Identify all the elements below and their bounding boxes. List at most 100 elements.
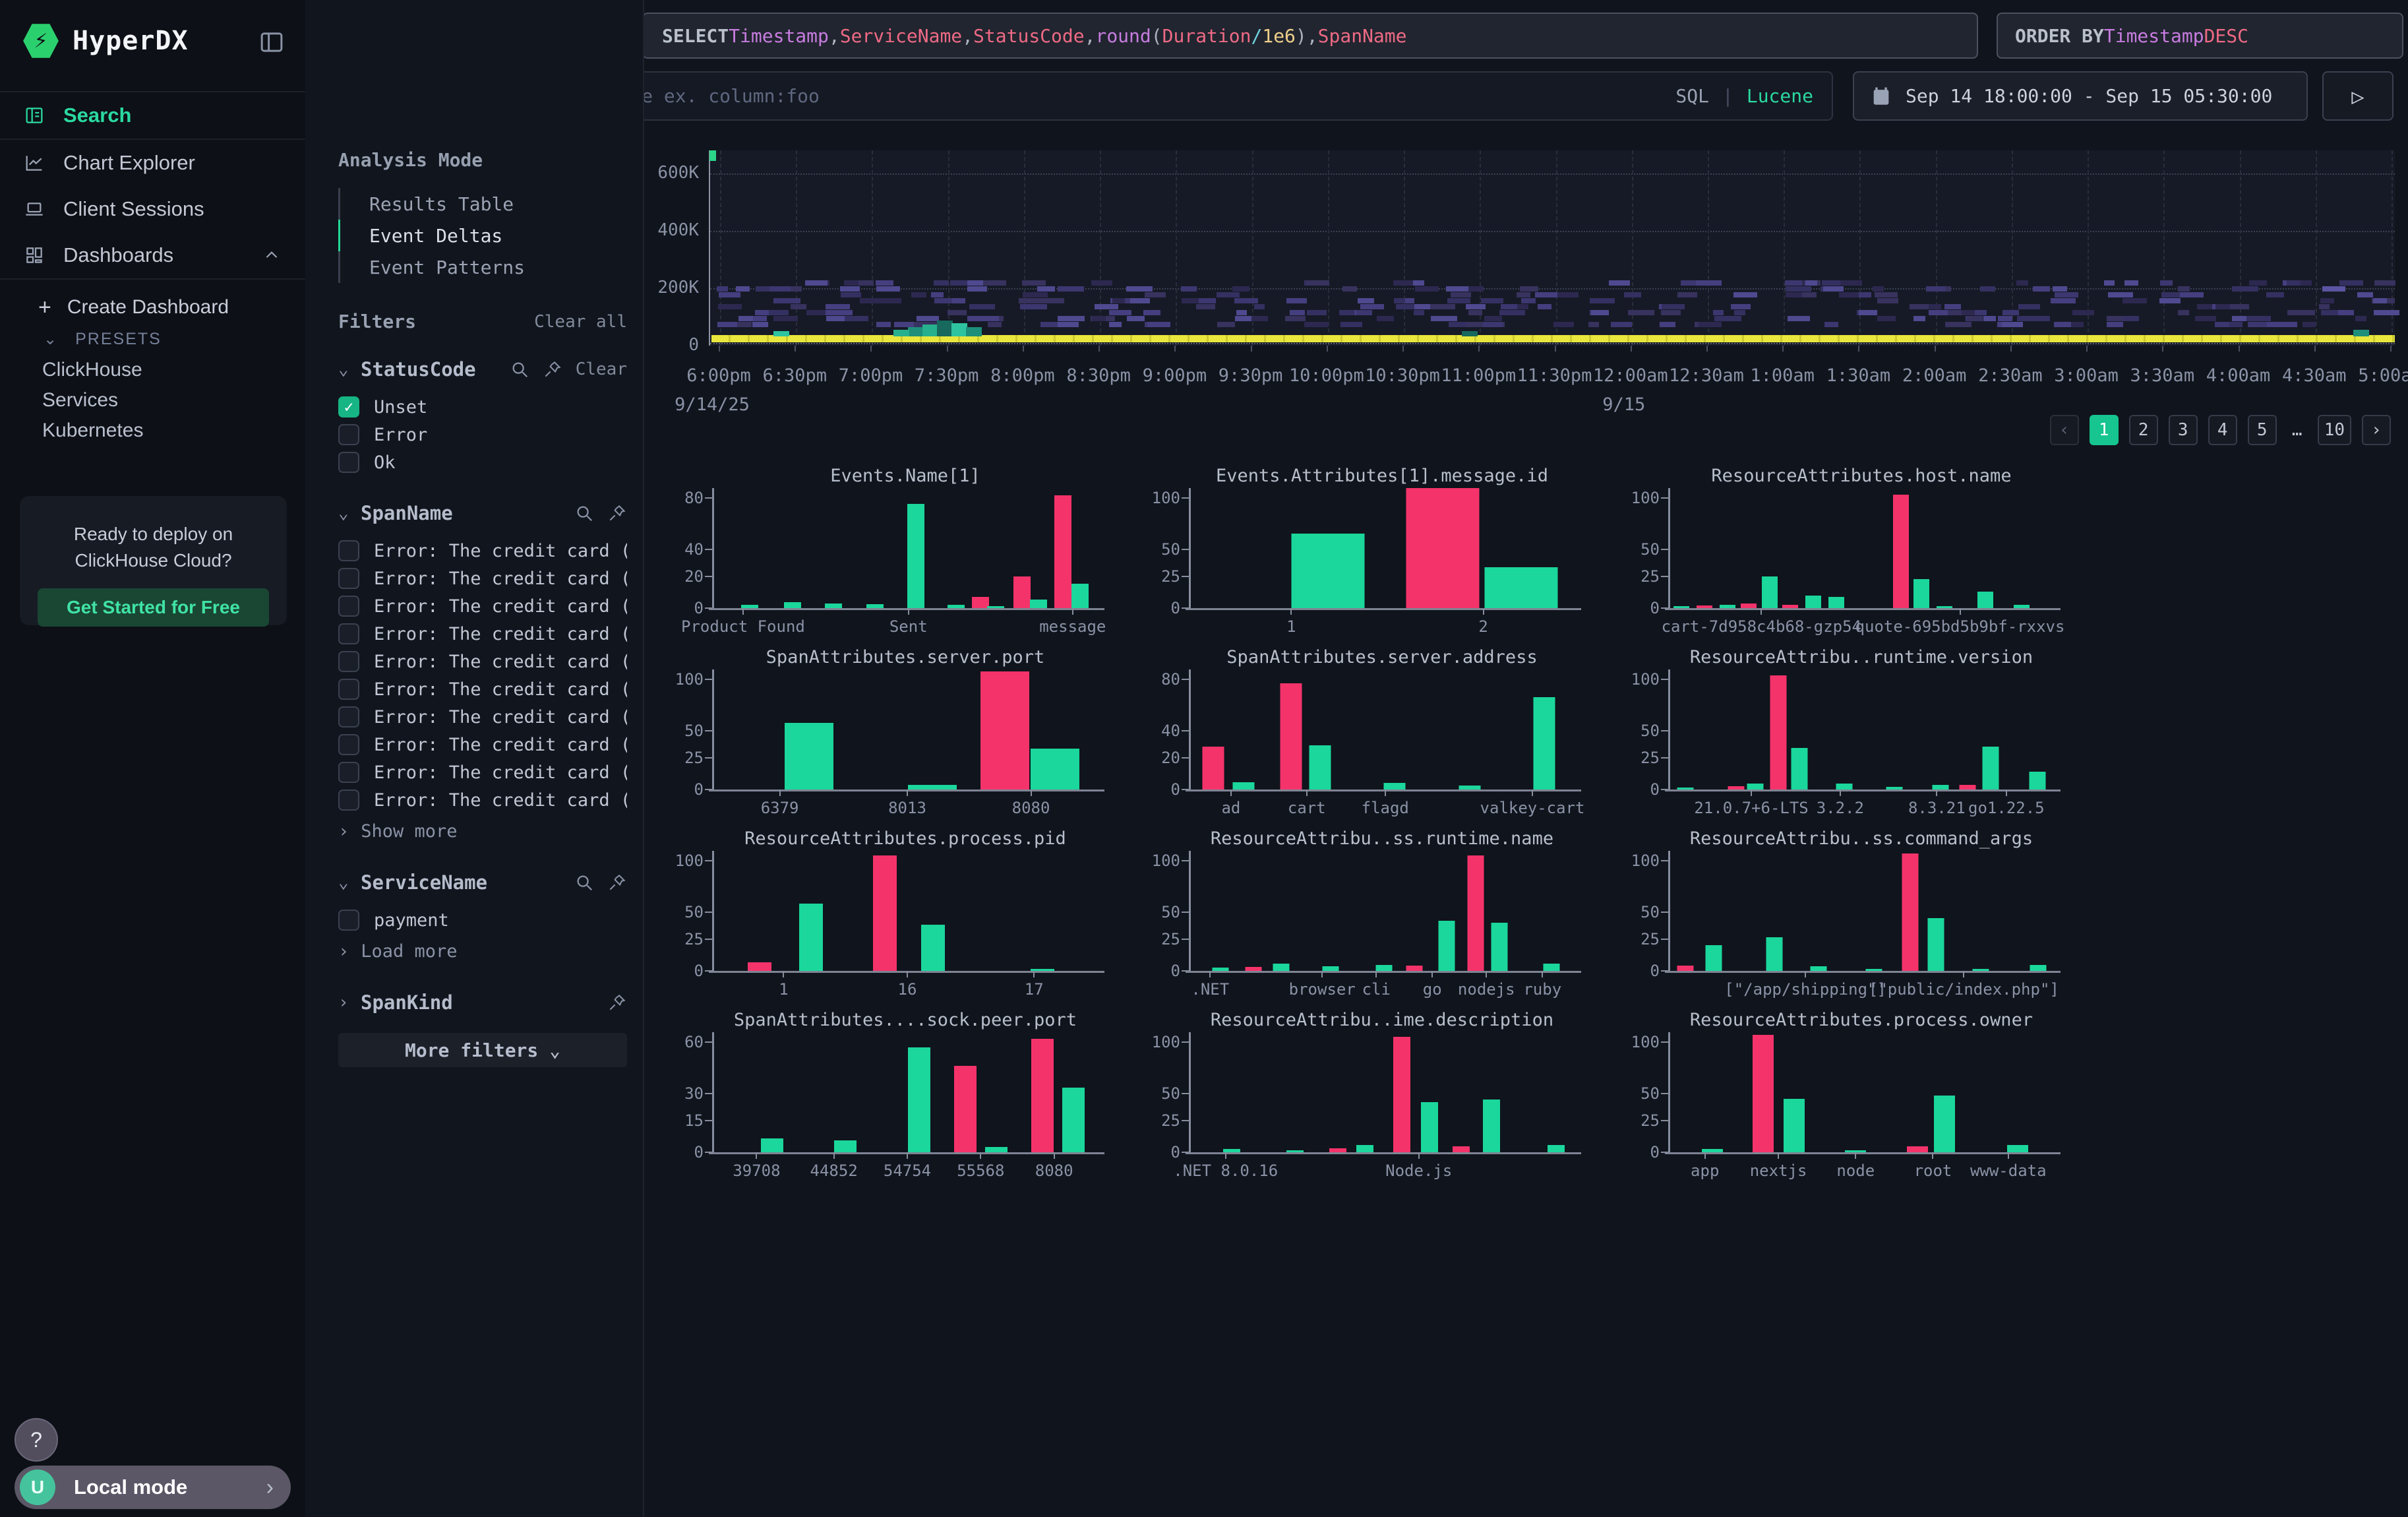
account-pill[interactable]: U Local mode ›	[15, 1466, 291, 1509]
bar	[1323, 966, 1339, 971]
filter-option[interactable]: Error: The credit card (…	[338, 592, 627, 620]
page-button-3[interactable]: 3	[2169, 415, 2198, 445]
sidebar-item-search[interactable]: Search	[0, 91, 305, 140]
preset-item-services[interactable]: Services	[0, 385, 305, 416]
preset-item-clickhouse[interactable]: ClickHouse	[0, 355, 305, 385]
lucene-toggle[interactable]: Lucene	[1747, 85, 1813, 107]
filter-group-header[interactable]: ⌄StatusCodeClear	[338, 355, 627, 384]
bar	[1902, 853, 1918, 971]
filter-option[interactable]: Error: The credit card (…	[338, 620, 627, 648]
preset-item-kubernetes[interactable]: Kubernetes	[0, 416, 305, 446]
show-more-link[interactable]: ›Show more	[338, 817, 627, 846]
mini-chart[interactable]: SpanAttributes....sock.peer.port01530603…	[688, 1006, 1123, 1181]
time-range-picker[interactable]: Sep 14 18:00:00 - Sep 15 05:30:00	[1853, 71, 2308, 121]
page-button-1[interactable]: 1	[2090, 415, 2119, 445]
sidebar-item-dashboards[interactable]: Dashboards	[0, 232, 305, 280]
mini-chart[interactable]: Events.Attributes[1].message.id025501001…	[1164, 462, 1600, 636]
sidebar-item-chart-explorer[interactable]: Chart Explorer	[0, 140, 305, 186]
heat-cell	[1913, 316, 1926, 321]
mini-chart[interactable]: SpanAttributes.server.port02550100637980…	[688, 643, 1123, 818]
analysis-mode-results-table[interactable]: Results Table	[338, 188, 627, 220]
filter-option[interactable]: payment	[338, 906, 627, 934]
page-button-2[interactable]: 2	[2129, 415, 2158, 445]
load-more-link[interactable]: ›Load more	[338, 937, 627, 966]
filter-option[interactable]: Error: The credit card (…	[338, 565, 627, 592]
mini-chart[interactable]: ResourceAttributes.host.name02550100cart…	[1644, 462, 2079, 636]
mini-chart[interactable]: ResourceAttribu..ss.runtime.name02550100…	[1164, 824, 1600, 999]
tick-mark	[1174, 346, 1176, 352]
mini-chart[interactable]: ResourceAttribu..ss.command_args02550100…	[1644, 824, 2079, 999]
checkbox-checked-icon[interactable]: ✓	[338, 396, 359, 418]
clear-all-link[interactable]: Clear all	[534, 312, 627, 332]
filter-option[interactable]: Error	[338, 421, 627, 449]
checkbox-icon[interactable]	[338, 623, 359, 644]
create-dashboard-button[interactable]: + Create Dashboard	[0, 292, 305, 323]
filter-option[interactable]: Error: The credit card (…	[338, 731, 627, 758]
gridline	[1708, 150, 1709, 346]
checkbox-icon[interactable]	[338, 679, 359, 700]
pin-icon[interactable]	[543, 359, 562, 379]
next-page-button[interactable]: ›	[2362, 415, 2391, 445]
analysis-mode-event-patterns[interactable]: Event Patterns	[338, 251, 627, 283]
order-by-input[interactable]: ORDER BY Timestamp DESC	[1997, 13, 2403, 59]
sql-toggle[interactable]: SQL	[1675, 85, 1709, 107]
presets-toggle[interactable]: ⌄ PRESETS	[0, 323, 305, 355]
bar	[748, 962, 771, 971]
checkbox-icon[interactable]	[338, 596, 359, 617]
more-filters-button[interactable]: More filters ⌄	[338, 1033, 627, 1067]
sidebar-item-client-sessions[interactable]: Client Sessions	[0, 186, 305, 232]
sql-select-input[interactable]: SELECT Timestamp, ServiceName, StatusCod…	[642, 13, 1978, 59]
checkbox-icon[interactable]	[338, 568, 359, 589]
analysis-mode-event-deltas[interactable]: Event Deltas	[338, 220, 627, 251]
mini-chart[interactable]: ResourceAttribu..ime.description02550100…	[1164, 1006, 1600, 1181]
pin-icon[interactable]	[607, 503, 627, 523]
heat-cell	[1499, 310, 1525, 315]
y-tick-mark	[1661, 679, 1668, 680]
clear-filter-link[interactable]: Clear	[576, 359, 627, 379]
x-tick-mark	[1321, 971, 1323, 977]
page-button-10[interactable]: 10	[2318, 415, 2351, 445]
checkbox-icon[interactable]	[338, 762, 359, 783]
checkbox-icon[interactable]	[338, 734, 359, 755]
filter-group-header[interactable]: ⌄ServiceName	[338, 868, 627, 897]
help-button[interactable]: ?	[15, 1418, 58, 1462]
get-started-button[interactable]: Get Started for Free	[38, 588, 269, 627]
pin-icon[interactable]	[607, 873, 627, 892]
prev-page-button[interactable]: ‹	[2050, 415, 2079, 445]
pin-icon[interactable]	[607, 993, 627, 1012]
page-button-4[interactable]: 4	[2208, 415, 2237, 445]
search-icon[interactable]	[510, 359, 529, 379]
filter-option[interactable]: Error: The credit card (…	[338, 786, 627, 814]
mini-chart[interactable]: ResourceAttribu..runtime.version02550100…	[1644, 643, 2079, 818]
checkbox-icon[interactable]	[338, 706, 359, 728]
filter-option[interactable]: Error: The credit card (…	[338, 648, 627, 675]
checkbox-icon[interactable]	[338, 651, 359, 672]
filter-option[interactable]: Error: The credit card (…	[338, 675, 627, 703]
filter-option[interactable]: ✓Unset	[338, 393, 627, 421]
checkbox-icon[interactable]	[338, 910, 359, 931]
checkbox-icon[interactable]	[338, 452, 359, 473]
sidebar-collapse-icon[interactable]	[258, 28, 286, 53]
x-axis-label: flagd	[1362, 799, 1409, 817]
run-query-button[interactable]: ▷	[2322, 71, 2393, 121]
heat-cell	[1449, 322, 1467, 327]
filter-option[interactable]: Ok	[338, 449, 627, 476]
mini-chart[interactable]: ResourceAttributes.process.owner02550100…	[1644, 1006, 2079, 1181]
mini-chart[interactable]: SpanAttributes.server.address0204080adca…	[1164, 643, 1600, 818]
search-icon[interactable]	[574, 873, 594, 892]
checkbox-icon[interactable]	[338, 540, 359, 561]
mini-chart[interactable]: Events.Name[1]0204080Product FoundSentme…	[688, 462, 1123, 636]
filter-group-header[interactable]: ⌄SpanName	[338, 499, 627, 528]
heat-cell	[844, 280, 858, 286]
search-icon[interactable]	[574, 503, 594, 523]
filter-option[interactable]: Error: The credit card (…	[338, 758, 627, 786]
filter-option[interactable]: Error: The credit card (…	[338, 703, 627, 731]
filter-group-header[interactable]: ›SpanKind	[338, 988, 627, 1017]
page-button-5[interactable]: 5	[2248, 415, 2277, 445]
heat-cell	[1875, 292, 1898, 297]
mini-chart[interactable]: ResourceAttributes.process.pid0255010011…	[688, 824, 1123, 999]
checkbox-icon[interactable]	[338, 424, 359, 445]
bar	[1054, 495, 1071, 608]
checkbox-icon[interactable]	[338, 789, 359, 811]
filter-option[interactable]: Error: The credit card (…	[338, 537, 627, 565]
